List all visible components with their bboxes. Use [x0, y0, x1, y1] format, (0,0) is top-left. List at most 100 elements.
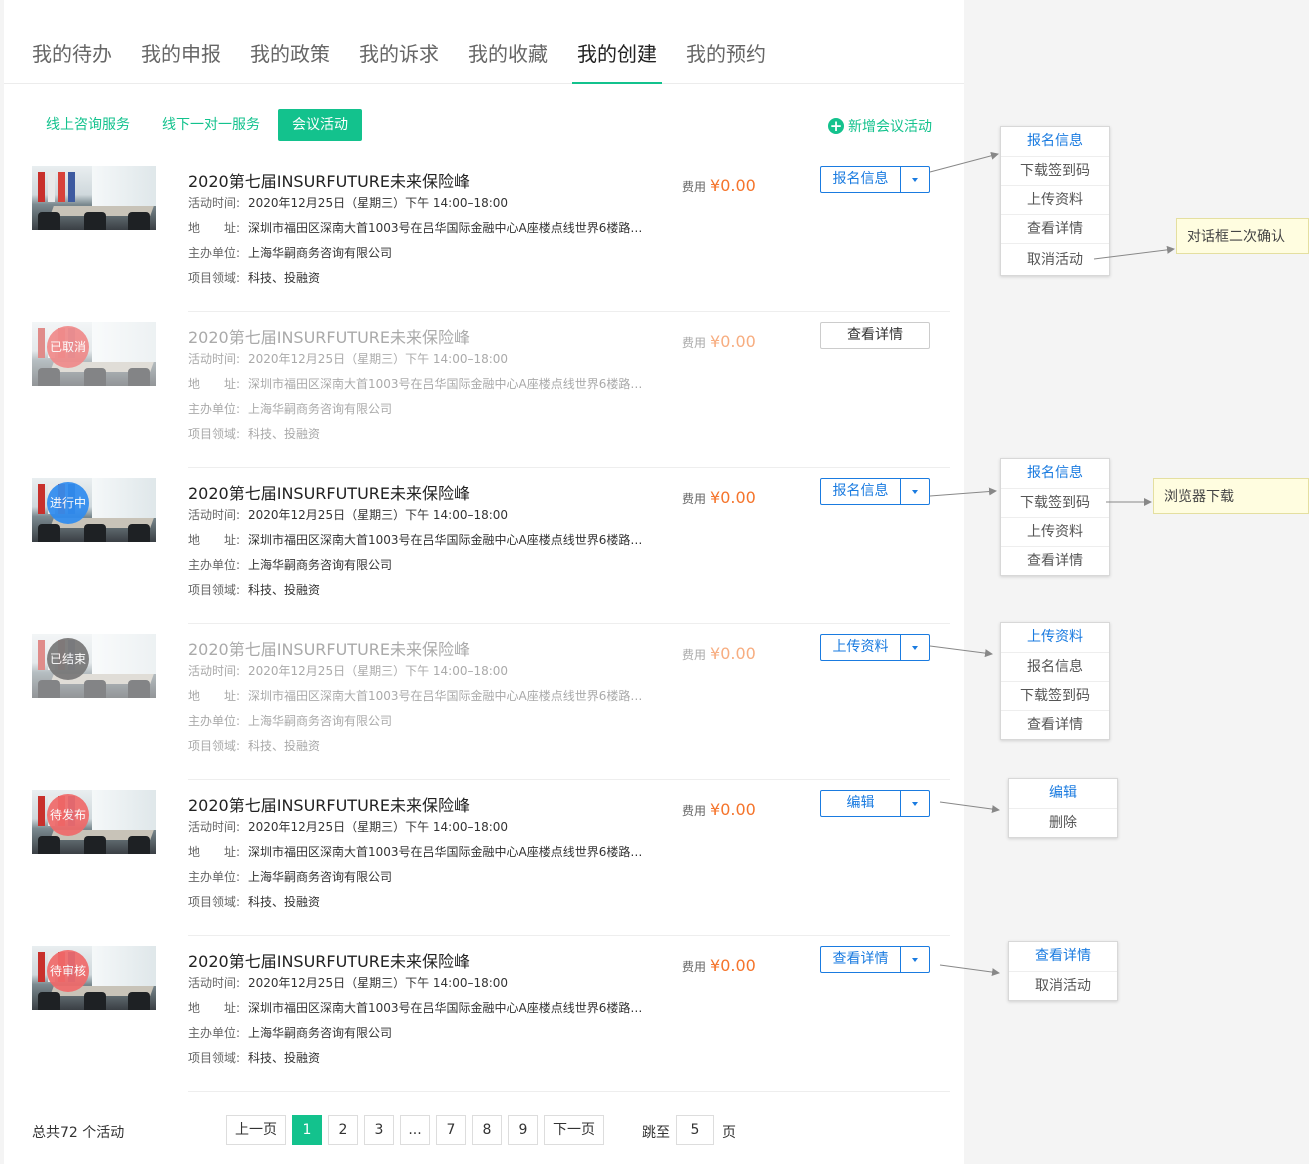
- activity-item: 进行中 2020第七届INSURFUTURE未来保险峰 活动时间: 2020年12月2…: [4, 468, 964, 624]
- tab-bar: 我的待办 我的申报 我的政策 我的诉求 我的收藏 我的创建 我的预约: [4, 0, 964, 84]
- activity-fee: 费用 ¥0.00: [682, 176, 756, 195]
- activity-field-row: 项目领域: 科技、投融资: [188, 581, 320, 598]
- menu-item[interactable]: 下载签到码: [1001, 488, 1109, 517]
- total-count: 总共72 个活动: [32, 1125, 125, 1141]
- activity-time-row: 活动时间: 2020年12月25日（星期三）下午 14:00–18:00: [188, 194, 508, 211]
- field-label: 地 址:: [188, 377, 241, 391]
- jump-page-input[interactable]: 5: [676, 1115, 714, 1145]
- menu-item[interactable]: 报名信息: [1001, 459, 1109, 488]
- menu-item[interactable]: 报名信息: [1001, 127, 1109, 156]
- field-value: 上海华嗣商务咨询有限公司: [248, 1026, 393, 1040]
- add-meeting-button[interactable]: + 新增会议活动: [828, 116, 932, 136]
- tab-created[interactable]: 我的创建: [577, 38, 657, 67]
- menu-item[interactable]: 删除: [1009, 808, 1117, 837]
- activity-item: 待发布 2020第七届INSURFUTURE未来保险峰 活动时间: 2020年12月2…: [4, 780, 964, 936]
- active-tab-underline: [572, 82, 662, 84]
- action-button[interactable]: 查看详情: [821, 947, 901, 972]
- action-split-button: 报名信息: [820, 478, 930, 505]
- page-button[interactable]: 3: [364, 1115, 394, 1145]
- tab-todo[interactable]: 我的待办: [32, 38, 112, 67]
- activity-fee: 费用 ¥0.00: [682, 488, 756, 507]
- chevron-down-icon[interactable]: [901, 947, 929, 972]
- activity-title[interactable]: 2020第七届INSURFUTURE未来保险峰: [188, 324, 470, 348]
- activity-address-row: 地 址: 深圳市福田区深南大首1003号在吕华国际金融中心A座楼点线世界6楼路…: [188, 375, 642, 392]
- menu-item[interactable]: 报名信息: [1001, 652, 1109, 681]
- activity-title[interactable]: 2020第七届INSURFUTURE未来保险峰: [188, 636, 470, 660]
- page-button[interactable]: 8: [472, 1115, 502, 1145]
- activity-address-row: 地 址: 深圳市福田区深南大首1003号在吕华国际金融中心A座楼点线世界6楼路…: [188, 687, 642, 704]
- activity-thumbnail[interactable]: [32, 166, 156, 230]
- menu-item[interactable]: 上传资料: [1001, 185, 1109, 214]
- tab-appeal[interactable]: 我的诉求: [359, 38, 439, 67]
- field-label: 地 址:: [188, 845, 241, 859]
- activity-fee: 费用 ¥0.00: [682, 644, 756, 663]
- subtab-online-consult[interactable]: 线上咨询服务: [46, 109, 130, 141]
- field-value: 科技、投融资: [248, 427, 321, 441]
- activity-time-row: 活动时间: 2020年12月25日（星期三）下午 14:00–18:00: [188, 350, 508, 367]
- activity-organizer-row: 主办单位: 上海华嗣商务咨询有限公司: [188, 1024, 392, 1041]
- menu-item[interactable]: 查看详情: [1001, 546, 1109, 575]
- field-value: 科技、投融资: [248, 895, 321, 909]
- activity-title[interactable]: 2020第七届INSURFUTURE未来保险峰: [188, 480, 470, 504]
- field-value: 深圳市福田区深南大首1003号在吕华国际金融中心A座楼点线世界6楼路…: [248, 377, 643, 391]
- subtab-offline-service[interactable]: 线下一对一服务: [162, 109, 260, 141]
- action-button[interactable]: 编辑: [821, 791, 901, 816]
- status-badge: 已取消: [47, 326, 89, 368]
- menu-item[interactable]: 取消活动: [1001, 243, 1109, 275]
- page-unit-label: 页: [722, 1125, 736, 1141]
- menu-example-3: 报名信息 下载签到码 上传资料 查看详情: [1000, 458, 1110, 576]
- menu-example-1: 报名信息 下载签到码 上传资料 查看详情 取消活动: [1000, 126, 1110, 276]
- activity-field-row: 项目领域: 科技、投融资: [188, 893, 320, 910]
- page-button[interactable]: 9: [508, 1115, 538, 1145]
- menu-item[interactable]: 取消活动: [1009, 971, 1117, 1000]
- activity-address-row: 地 址: 深圳市福田区深南大首1003号在吕华国际金融中心A座楼点线世界6楼路…: [188, 843, 642, 860]
- row-divider: [188, 1091, 950, 1092]
- action-button[interactable]: 上传资料: [821, 635, 901, 660]
- fee-value: ¥0.00: [710, 644, 756, 663]
- chevron-down-icon[interactable]: [901, 167, 929, 192]
- page-button[interactable]: 7: [436, 1115, 466, 1145]
- subtab-meetings[interactable]: 会议活动: [278, 109, 362, 141]
- annotation-note: 对话框二次确认: [1176, 218, 1309, 254]
- page-button[interactable]: 2: [328, 1115, 358, 1145]
- activity-title[interactable]: 2020第七届INSURFUTURE未来保险峰: [188, 948, 470, 972]
- menu-item[interactable]: 查看详情: [1001, 710, 1109, 739]
- field-value: 上海华嗣商务咨询有限公司: [248, 402, 393, 416]
- menu-item[interactable]: 下载签到码: [1001, 156, 1109, 185]
- activity-item: 待审核 2020第七届INSURFUTURE未来保险峰 活动时间: 2020年12月2…: [4, 936, 964, 1092]
- activity-organizer-row: 主办单位: 上海华嗣商务咨询有限公司: [188, 400, 392, 417]
- activity-title[interactable]: 2020第七届INSURFUTURE未来保险峰: [188, 168, 470, 192]
- menu-item[interactable]: 上传资料: [1001, 623, 1109, 652]
- page-button[interactable]: 1: [292, 1115, 322, 1145]
- chevron-down-icon[interactable]: [901, 791, 929, 816]
- field-value: 深圳市福田区深南大首1003号在吕华国际金融中心A座楼点线世界6楼路…: [248, 533, 643, 547]
- activity-organizer-row: 主办单位: 上海华嗣商务咨询有限公司: [188, 868, 392, 885]
- field-label: 项目领域:: [188, 583, 241, 597]
- fee-label: 费用: [682, 492, 707, 506]
- field-value: 上海华嗣商务咨询有限公司: [248, 714, 393, 728]
- tab-favorites[interactable]: 我的收藏: [468, 38, 548, 67]
- field-value: 上海华嗣商务咨询有限公司: [248, 558, 393, 572]
- fee-value: ¥0.00: [710, 176, 756, 195]
- tab-policy[interactable]: 我的政策: [250, 38, 330, 67]
- field-value: 科技、投融资: [248, 1051, 321, 1065]
- view-details-button[interactable]: 查看详情: [821, 323, 929, 348]
- menu-item[interactable]: 编辑: [1009, 779, 1117, 808]
- tab-declare[interactable]: 我的申报: [141, 38, 221, 67]
- activity-organizer-row: 主办单位: 上海华嗣商务咨询有限公司: [188, 556, 392, 573]
- field-label: 主办单位:: [188, 1026, 241, 1040]
- prev-page-button[interactable]: 上一页: [226, 1115, 286, 1145]
- menu-item[interactable]: 查看详情: [1009, 942, 1117, 971]
- action-button[interactable]: 报名信息: [821, 167, 901, 192]
- menu-item[interactable]: 上传资料: [1001, 517, 1109, 546]
- chevron-down-icon[interactable]: [901, 479, 929, 504]
- field-value: 2020年12月25日（星期三）下午 14:00–18:00: [248, 196, 509, 210]
- fee-label: 费用: [682, 180, 707, 194]
- tab-reservations[interactable]: 我的预约: [686, 38, 766, 67]
- action-button[interactable]: 报名信息: [821, 479, 901, 504]
- menu-item[interactable]: 下载签到码: [1001, 681, 1109, 710]
- activity-title[interactable]: 2020第七届INSURFUTURE未来保险峰: [188, 792, 470, 816]
- next-page-button[interactable]: 下一页: [544, 1115, 604, 1145]
- chevron-down-icon[interactable]: [901, 635, 929, 660]
- menu-item[interactable]: 查看详情: [1001, 214, 1109, 243]
